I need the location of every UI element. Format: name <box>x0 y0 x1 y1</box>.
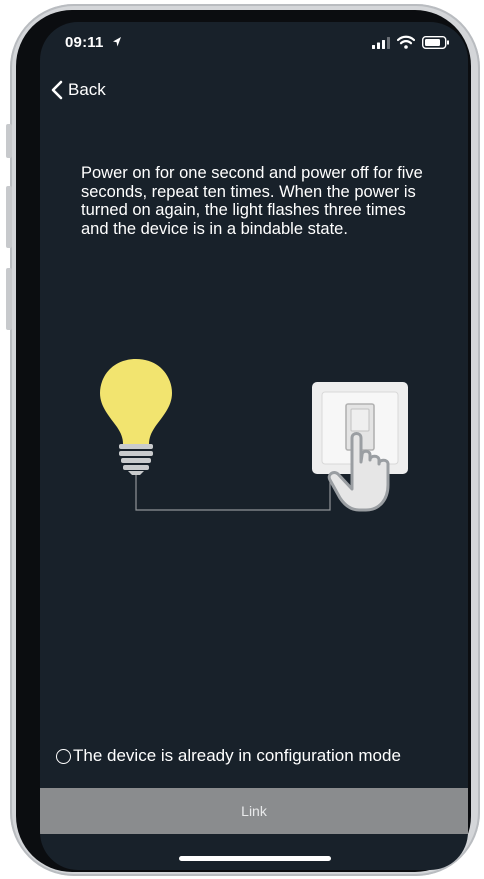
config-mode-option[interactable]: The device is already in configuration m… <box>56 746 401 766</box>
radio-button[interactable] <box>56 748 71 764</box>
config-mode-label: The device is already in configuration m… <box>73 746 401 765</box>
link-button[interactable]: Link <box>40 788 468 834</box>
chevron-left-icon <box>51 80 63 100</box>
cellular-signal-icon <box>372 37 390 49</box>
wiring-illustration <box>100 359 408 512</box>
status-bar: 09:11 <box>40 22 468 66</box>
wifi-icon <box>397 35 415 49</box>
battery-icon <box>422 36 449 49</box>
wire <box>135 474 331 511</box>
instructions-text: Power on for one second and power off fo… <box>81 164 423 238</box>
light-bulb-icon <box>100 359 172 475</box>
back-label: Back <box>68 80 106 99</box>
location-arrow-icon <box>113 37 121 47</box>
app-screen: 09:11 Back Power on for one second and p… <box>40 22 468 870</box>
mute-switch <box>6 124 12 158</box>
volume-down-button <box>6 268 12 330</box>
volume-up-button <box>6 186 12 248</box>
home-indicator[interactable] <box>179 856 331 861</box>
status-time: 09:11 <box>65 34 104 51</box>
back-button[interactable]: Back <box>50 78 106 102</box>
